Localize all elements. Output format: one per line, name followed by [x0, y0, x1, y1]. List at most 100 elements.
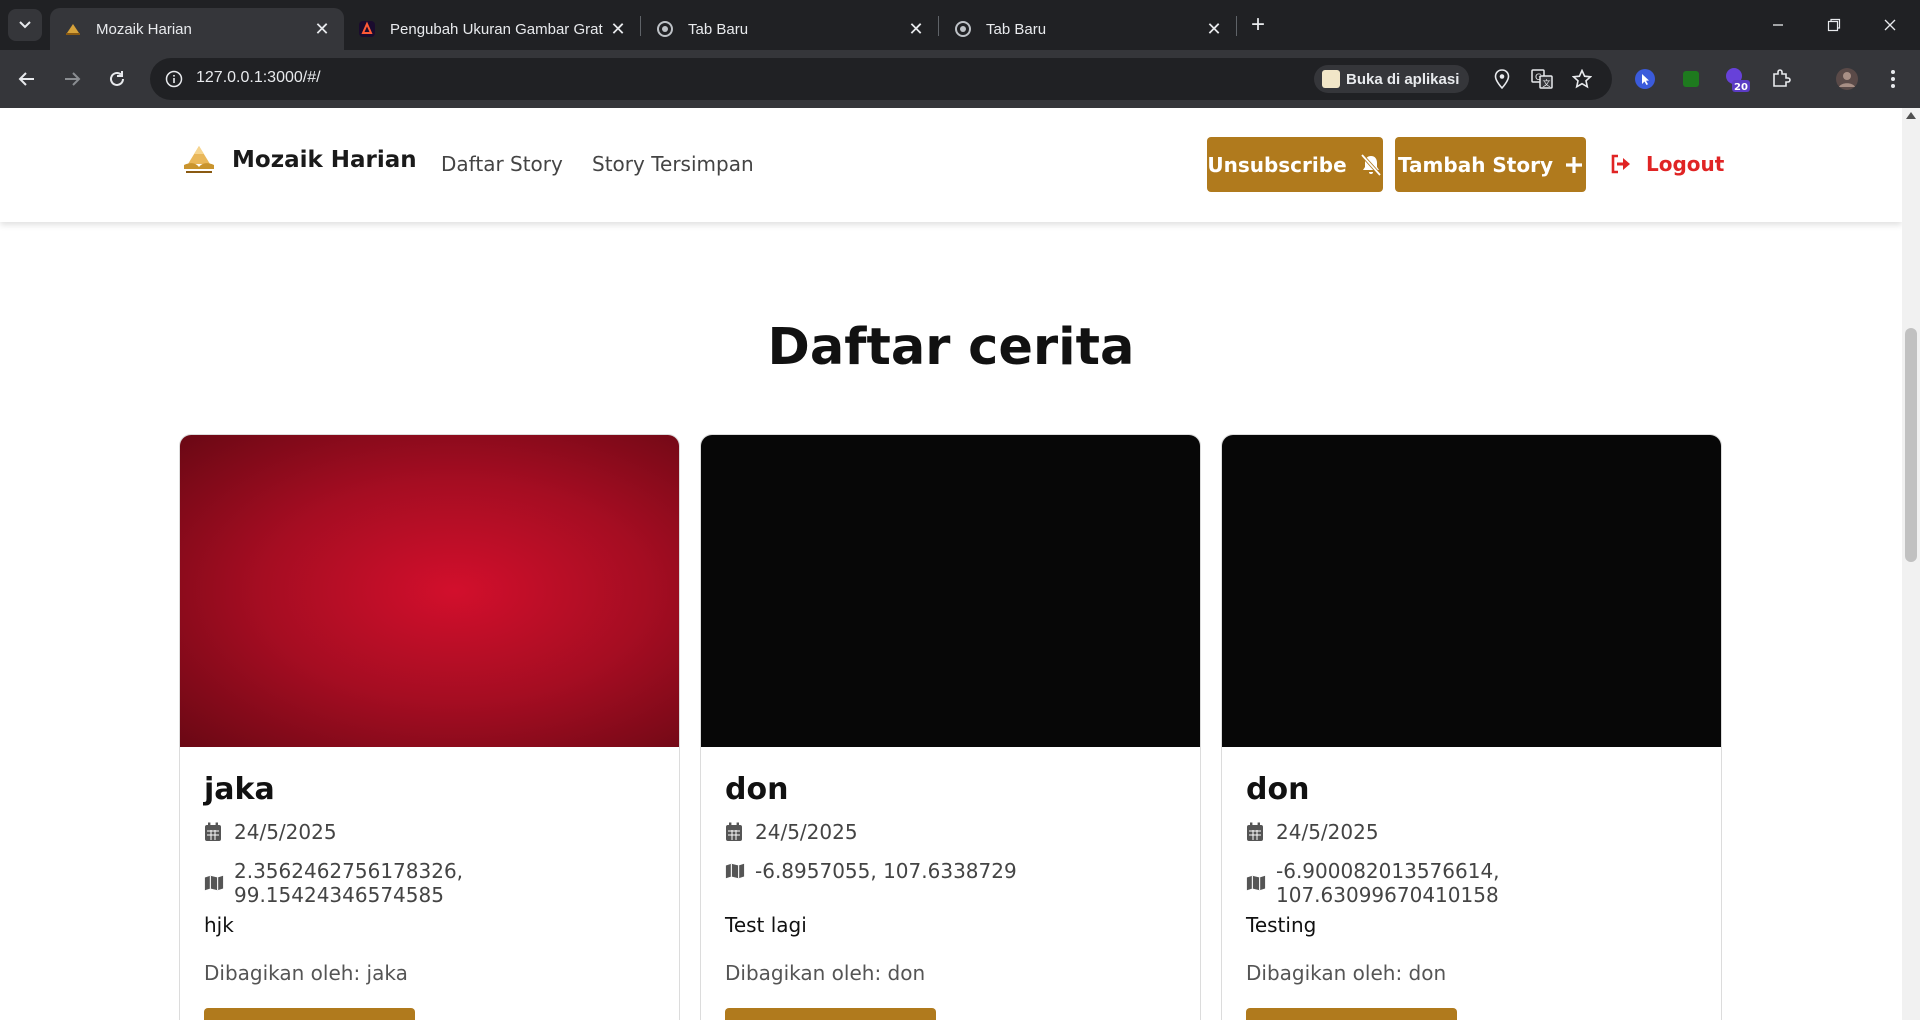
bookmark-star-icon[interactable]	[1570, 67, 1594, 91]
close-icon[interactable]: ✕	[904, 19, 928, 40]
tab-title: Pengubah Ukuran Gambar Grat	[390, 20, 603, 38]
extension-badge-icon[interactable]: 20	[1724, 66, 1750, 92]
calendar-icon	[725, 822, 745, 842]
story-shared-by: Dibagikan oleh: jaka	[204, 961, 408, 985]
profile-avatar[interactable]	[1834, 66, 1860, 92]
reload-button[interactable]	[100, 62, 134, 96]
tab-search-button[interactable]	[8, 9, 42, 41]
minimize-button[interactable]	[1750, 0, 1806, 50]
add-story-button[interactable]: Tambah Story	[1395, 137, 1586, 192]
story-description: Test lagi	[725, 913, 807, 937]
browser-menu-icon[interactable]	[1880, 66, 1906, 92]
tab-title: Tab Baru	[986, 20, 1047, 38]
story-detail-button[interactable]	[204, 1008, 415, 1020]
close-window-button[interactable]	[1862, 0, 1918, 50]
nav-story-tersimpan[interactable]: Story Tersimpan	[592, 152, 754, 176]
back-button[interactable]	[10, 62, 44, 96]
tab-mozaik-harian[interactable]: Mozaik Harian ✕	[50, 8, 344, 50]
location-pin-icon[interactable]	[1490, 67, 1514, 91]
nav-daftar-story[interactable]: Daftar Story	[441, 152, 563, 176]
close-icon[interactable]: ✕	[1202, 19, 1226, 40]
story-description: Testing	[1246, 913, 1317, 937]
brand[interactable]: Mozaik Harian	[180, 142, 417, 178]
tab-image-resizer[interactable]: Pengubah Ukuran Gambar Grat ✕	[344, 8, 640, 50]
logout-link[interactable]: Logout	[1610, 152, 1724, 176]
add-story-label: Tambah Story	[1397, 152, 1554, 177]
bell-slash-icon	[1359, 153, 1383, 176]
sign-out-icon	[1610, 154, 1632, 174]
logout-label: Logout	[1646, 152, 1725, 176]
unsubscribe-button[interactable]: Unsubscribe	[1207, 137, 1383, 192]
page-scrollbar[interactable]	[1902, 108, 1920, 1020]
mozaik-logo-icon	[64, 20, 82, 38]
unsubscribe-label: Unsubscribe	[1207, 152, 1347, 177]
story-image	[701, 435, 1200, 747]
close-icon	[1884, 19, 1896, 31]
story-shared-by: Dibagikan oleh: don	[725, 961, 926, 985]
story-location: 2.3562462756178326, 99.15424346574585	[204, 859, 679, 907]
url-text: 127.0.0.1:3000/#/	[196, 69, 321, 86]
story-image	[180, 435, 679, 747]
story-location-text: -6.900082013576614, 107.63099670410158	[1276, 859, 1500, 907]
story-card: don 24/5/2025 -6.8957055, 107.6338729 Te…	[700, 434, 1201, 1020]
new-tab-button[interactable]: +	[1244, 12, 1272, 40]
tab-separator	[640, 16, 641, 36]
app-icon	[1322, 70, 1340, 88]
story-author: jaka	[204, 772, 275, 807]
close-icon[interactable]: ✕	[606, 19, 630, 40]
forward-button[interactable]	[55, 62, 89, 96]
story-date-text: 24/5/2025	[1276, 820, 1379, 844]
scroll-up-arrow-icon[interactable]	[1906, 112, 1916, 119]
story-card: don 24/5/2025 -6.900082013576614, 107.63…	[1221, 434, 1722, 1020]
extensions-puzzle-icon[interactable]	[1768, 66, 1794, 92]
tab-new-2[interactable]: Tab Baru ✕	[940, 8, 1236, 50]
page-title: Daftar cerita	[767, 318, 1135, 377]
map-icon	[204, 874, 224, 892]
minimize-icon	[1773, 24, 1783, 26]
story-date: 24/5/2025	[1246, 820, 1379, 844]
arrow-right-icon	[65, 72, 81, 86]
extension-cursor-icon[interactable]	[1632, 66, 1658, 92]
story-author: don	[725, 772, 789, 807]
tab-separator	[938, 16, 939, 36]
extension-green-icon[interactable]	[1678, 66, 1704, 92]
story-date: 24/5/2025	[725, 820, 858, 844]
story-detail-button[interactable]	[725, 1008, 936, 1020]
story-detail-button[interactable]	[1246, 1008, 1457, 1020]
address-bar[interactable]: 127.0.0.1:3000/#/ Buka di aplikasi G文	[150, 58, 1612, 100]
tab-separator	[1236, 16, 1237, 36]
calendar-icon	[204, 822, 224, 842]
open-in-app-button[interactable]: Buka di aplikasi	[1314, 65, 1470, 93]
reload-icon	[110, 71, 124, 86]
brand-name: Mozaik Harian	[232, 147, 417, 173]
chrome-icon	[656, 20, 674, 38]
story-location-text: 2.3562462756178326, 99.15424346574585	[234, 859, 464, 907]
restore-button[interactable]	[1806, 0, 1862, 50]
mozaik-logo-icon	[180, 142, 218, 178]
site-info-icon[interactable]	[162, 67, 186, 91]
browser-tab-strip: Mozaik Harian ✕ Pengubah Ukuran Gambar G…	[0, 0, 1920, 50]
extension-badge-count: 20	[1734, 82, 1748, 92]
tab-title: Tab Baru	[688, 20, 749, 38]
story-location: -6.8957055, 107.6338729	[725, 859, 1017, 883]
svg-text:文: 文	[1543, 78, 1551, 88]
chrome-icon	[954, 20, 972, 38]
map-icon	[725, 862, 745, 880]
story-shared-by: Dibagikan oleh: don	[1246, 961, 1447, 985]
story-image	[1222, 435, 1721, 747]
plus-icon	[1565, 156, 1583, 174]
adobe-express-icon	[358, 20, 376, 38]
tab-title: Mozaik Harian	[96, 20, 192, 38]
arrow-left-icon	[18, 72, 34, 86]
browser-toolbar: 127.0.0.1:3000/#/ Buka di aplikasi G文 20	[0, 50, 1920, 108]
open-in-app-label: Buka di aplikasi	[1346, 70, 1460, 88]
tab-new-1[interactable]: Tab Baru ✕	[642, 8, 938, 50]
story-location-text: -6.8957055, 107.6338729	[755, 859, 1017, 883]
close-icon[interactable]: ✕	[310, 19, 334, 40]
scrollbar-thumb[interactable]	[1905, 328, 1917, 562]
story-date: 24/5/2025	[204, 820, 337, 844]
story-author: don	[1246, 772, 1310, 807]
translate-icon[interactable]: G文	[1530, 67, 1554, 91]
story-date-text: 24/5/2025	[234, 820, 337, 844]
calendar-icon	[1246, 822, 1266, 842]
